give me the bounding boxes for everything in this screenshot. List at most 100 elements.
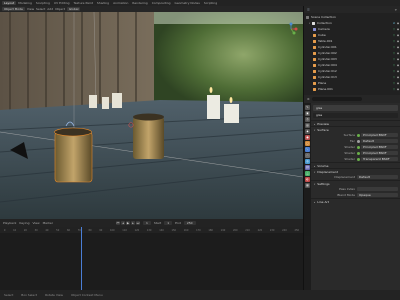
start-frame-field[interactable]: 1 (164, 221, 173, 225)
view-menu-timeline[interactable]: View (32, 221, 39, 225)
blend-mode-label: Blend Mode (337, 193, 355, 197)
next-key-icon[interactable]: ▸ (130, 221, 135, 225)
visibility-eye-icon[interactable]: ◉ (396, 28, 400, 31)
surface-property-value[interactable]: Principled BSDF (361, 133, 398, 137)
add-menu[interactable]: Add (47, 7, 53, 11)
workspace-tab[interactable]: Compositing (150, 1, 173, 5)
mesh-icon (313, 45, 316, 49)
data-tab-icon[interactable]: △ (305, 171, 310, 176)
end-label: End (175, 221, 181, 225)
surface-property-value[interactable]: Principled BSDF (361, 151, 398, 155)
modifier-tab-icon[interactable]: 🔧 (305, 147, 310, 152)
workspace-tab[interactable]: Sculpting (34, 1, 52, 5)
outliner-item[interactable]: Plane.001 ▽ ◉ (304, 86, 400, 92)
end-frame-field[interactable]: 250 (183, 221, 196, 225)
visibility-eye-icon[interactable]: ◉ (396, 70, 400, 73)
surface-property-value[interactable]: Transparent BSDF (361, 157, 398, 161)
outliner[interactable]: Scene Collection ▾ Collection ☑ ◉ Camera… (304, 13, 400, 95)
orientation-dropdown[interactable]: Global (66, 7, 81, 11)
tool-tab-icon[interactable]: ✎ (305, 105, 310, 110)
object-menu[interactable]: Object (55, 7, 65, 11)
workspace-tab[interactable]: Modeling (16, 1, 34, 5)
constraints-tab-icon[interactable]: ⛓ (305, 165, 310, 170)
frame-tick-label: 0 (3, 228, 6, 232)
object-tab-icon[interactable]: ▢ (305, 141, 310, 146)
outliner-item-label: Cylinder.013 (318, 75, 337, 79)
physics-tab-icon[interactable]: ◎ (305, 159, 310, 164)
frame-tick-label: 180 (208, 228, 213, 232)
view-layer-tab-icon[interactable]: ▤ (305, 123, 310, 128)
visibility-eye-icon[interactable]: ◉ (396, 34, 400, 37)
surface-property-value[interactable]: Principled BSDF (361, 145, 398, 149)
x-axis-icon (294, 27, 298, 31)
displacement-label: Displacement (334, 175, 355, 179)
jump-start-icon[interactable]: ⏮ (115, 221, 120, 225)
outliner-type-icon[interactable]: ☰ (307, 8, 310, 12)
workspace-tab[interactable]: Rendering (130, 1, 149, 5)
workspace-tab[interactable]: Shading (95, 1, 111, 5)
visibility-eye-icon[interactable]: ◉ (396, 88, 400, 91)
mesh-icon (313, 39, 316, 43)
visibility-eye-icon[interactable]: ◉ (396, 46, 400, 49)
material-tab-icon[interactable]: ◐ (305, 177, 310, 182)
pass-index-value[interactable] (357, 187, 398, 191)
frame-ruler[interactable]: 0 10 20 30 40 50 60 70 80 90 100 110 120 130 140 150 160… (0, 227, 303, 233)
select-menu[interactable]: Select (36, 7, 45, 11)
properties-search-input[interactable] (311, 97, 362, 101)
workspace-tab[interactable]: UV Editing (52, 1, 72, 5)
workspace-tab[interactable]: Scripting (202, 1, 219, 5)
visibility-eye-icon[interactable]: ◉ (396, 64, 400, 67)
visibility-eye-icon[interactable]: ◉ (396, 52, 400, 55)
frame-tick-label: 230 (269, 228, 275, 232)
render-tab-icon[interactable]: ▣ (305, 111, 310, 116)
outliner-item-label: Cylinder.003 (318, 57, 337, 61)
play-icon[interactable]: ▶ (125, 221, 130, 225)
status-context-menu: Object Context Menu (70, 293, 103, 297)
timeline-header: Playback Keying View Marker ⏮ ◂ ▶ ▸ ⏭ 1 … (0, 219, 303, 227)
playback-menu[interactable]: Playback (3, 221, 16, 225)
lineart-panel[interactable]: ▸ Line Art (311, 198, 400, 204)
workspace-tab[interactable]: Geometry Nodes (173, 1, 202, 5)
navigation-gizmo[interactable] (284, 22, 298, 37)
visibility-eye-icon[interactable]: ◉ (396, 76, 400, 79)
timeline-area[interactable]: 0 10 20 30 40 50 60 70 80 90 100 110 120 130 140 150 160… (0, 227, 303, 290)
visibility-eye-icon[interactable]: ◉ (396, 22, 400, 25)
3d-viewport[interactable] (0, 12, 303, 219)
scene-tab-icon[interactable]: ◆ (305, 129, 310, 134)
outliner-header: ☰ ⏷ (304, 6, 400, 13)
world-tab-icon[interactable]: ● (305, 135, 310, 140)
texture-tab-icon[interactable]: ▦ (305, 183, 310, 188)
outliner-filter-icon[interactable]: ⏷ (395, 8, 397, 12)
outliner-item-label: Table.001 (318, 39, 333, 43)
frame-tick-label: 200 (232, 228, 238, 232)
view-menu[interactable]: View (27, 7, 34, 11)
workspace-tab[interactable]: Animation (111, 1, 130, 5)
mesh-icon (313, 51, 316, 55)
mode-dropdown[interactable]: Object Mode (2, 7, 25, 11)
current-frame-field[interactable]: 1 (142, 221, 151, 225)
particles-tab-icon[interactable]: ∴ (305, 153, 310, 158)
output-tab-icon[interactable]: ⎙ (305, 117, 310, 122)
workspace-tab[interactable]: Layout (2, 1, 17, 5)
jump-end-icon[interactable]: ⏭ (135, 221, 140, 225)
keying-menu[interactable]: Keying (19, 221, 29, 225)
marker-menu[interactable]: Marker (43, 221, 53, 225)
surface-property-value[interactable]: Default (361, 139, 398, 143)
visibility-eye-icon[interactable]: ◉ (396, 82, 400, 85)
displacement-value[interactable]: Default (357, 175, 398, 179)
visibility-eye-icon[interactable]: ◉ (396, 40, 400, 43)
status-bar: Select Box Select Rotate View Object Con… (0, 290, 400, 300)
workspace-tab[interactable]: Texture Paint (72, 1, 95, 5)
material-slot[interactable]: glas (313, 105, 398, 111)
properties-header: ⚙ (304, 95, 400, 103)
material-name-field[interactable]: glas (313, 113, 398, 118)
properties-type-icon[interactable]: ⚙ (307, 97, 310, 101)
outliner-item-label: Cube (318, 33, 326, 37)
surface-property-label: Shader (344, 145, 355, 149)
visibility-eye-icon[interactable]: ◉ (396, 58, 400, 61)
prev-key-icon[interactable]: ◂ (120, 221, 125, 225)
blend-mode-value[interactable]: Opaque (357, 193, 398, 197)
playhead[interactable] (81, 227, 82, 290)
scene-render (0, 12, 303, 219)
socket-icon (357, 145, 360, 149)
